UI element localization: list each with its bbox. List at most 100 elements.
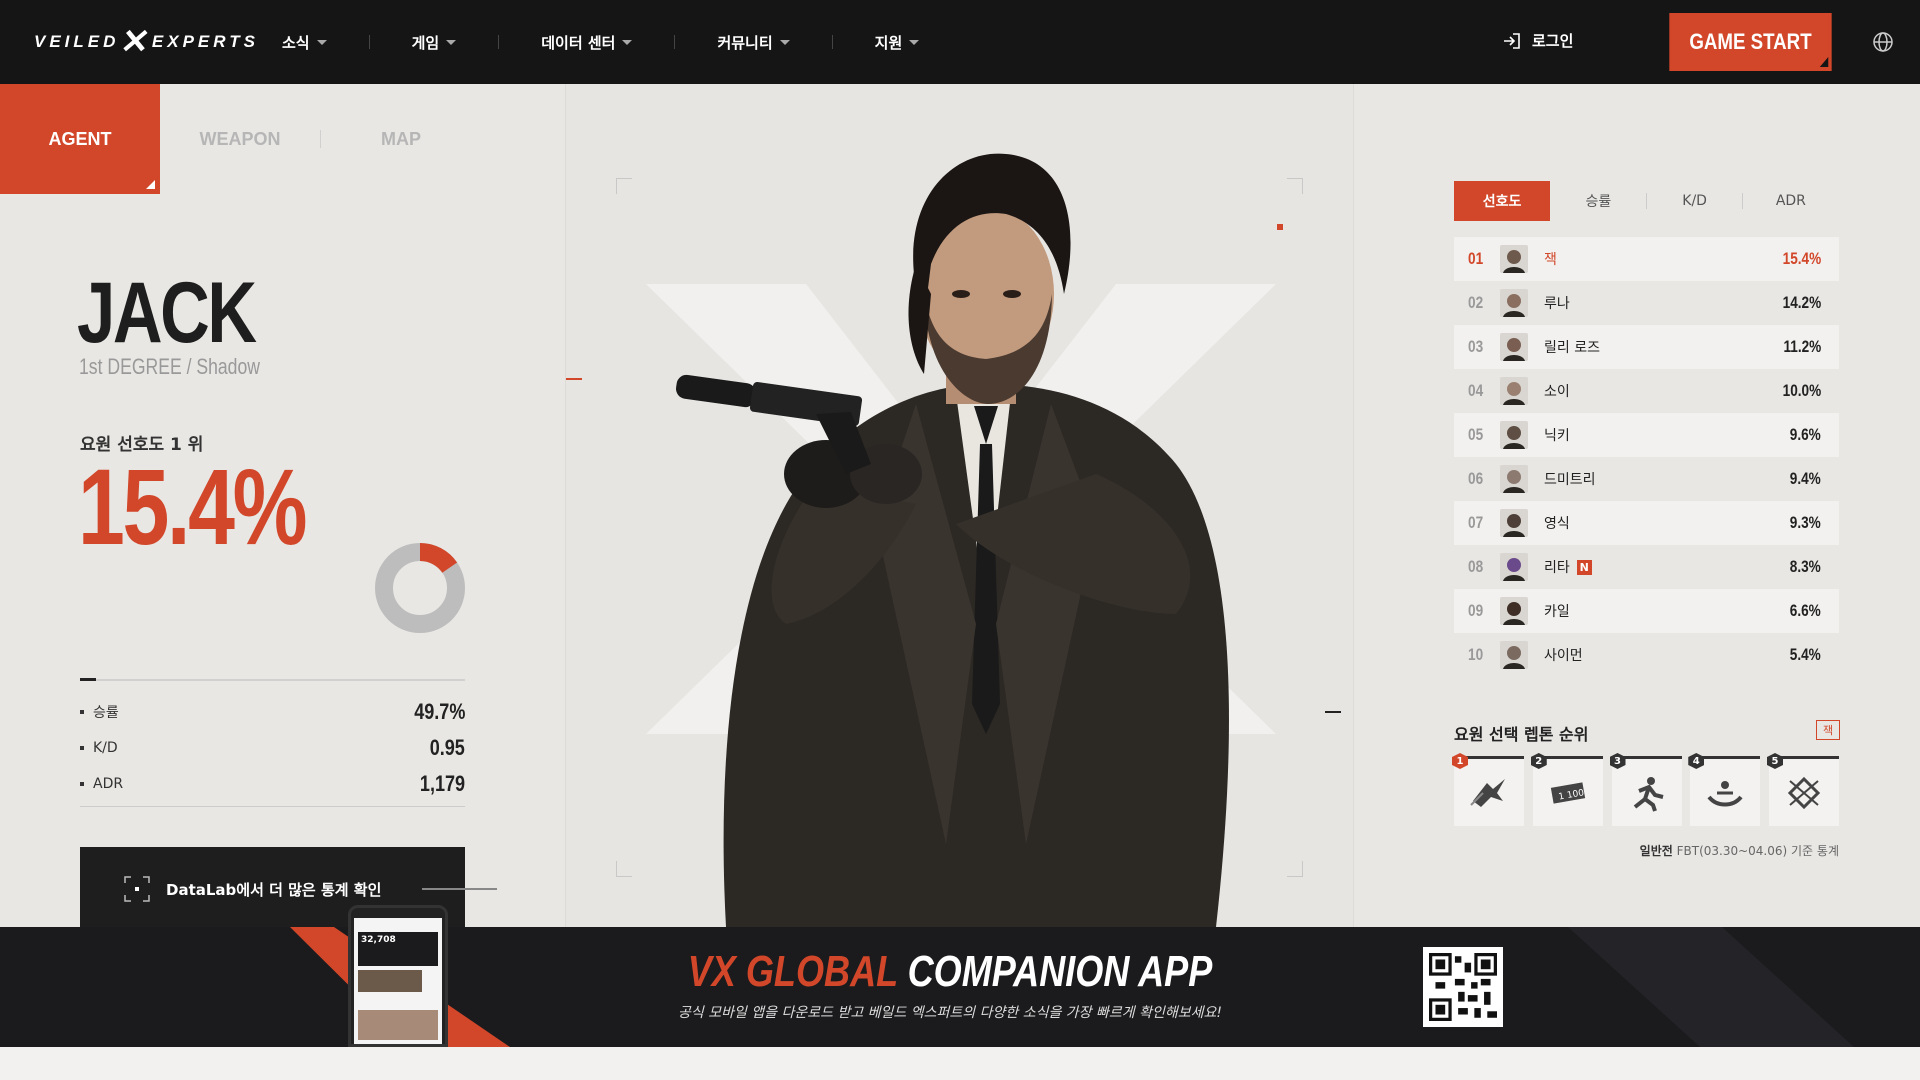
globe-icon[interactable] [1872,31,1894,53]
logo-x-icon: ✕ [118,23,154,61]
qr-code [1423,947,1503,1027]
agent-avatar [1500,509,1528,537]
ranking-row[interactable]: 10 사이먼 5.4% [1454,633,1839,677]
agent-name-label: 루나 [1544,296,1570,312]
rank-badge: 3 [1609,753,1626,769]
stat-value: 49.7% [413,699,465,724]
login-label: 로그인 [1532,32,1574,50]
preference-donut-chart [375,543,465,633]
ranking-row[interactable]: 09 카일 6.6% [1454,589,1839,633]
agent-name-label: 닉키 [1544,428,1570,444]
chevron-down-icon [446,39,457,45]
tab-kd[interactable]: K/D [1647,181,1744,221]
ranking-row[interactable]: 03 릴리 로즈 11.2% [1454,325,1839,369]
ranking-row[interactable]: 01 잭 15.4% [1454,237,1839,281]
frame-corner [616,178,632,194]
rentone-item[interactable]: 2 1 100 [1530,753,1603,826]
phone-image-card [358,1010,438,1040]
tab-weapon[interactable]: WEAPON [160,84,320,194]
login-button[interactable]: 로그인 [1502,30,1573,51]
rank-number: 03 [1468,337,1484,356]
agent-name-label: 릴리 로즈 [1544,340,1600,356]
rentone-runner-icon [1633,776,1663,812]
footnote-mode: 일반전 [1639,844,1673,858]
stats-divider [80,678,465,681]
ranking-row[interactable]: 02 루나 14.2% [1454,281,1839,325]
agent-avatar [1500,641,1528,669]
rank-number: 09 [1468,601,1484,620]
login-icon [1504,32,1520,49]
companion-app-banner[interactable]: VX GLOBAL COMPANION APP 공식 모바일 앱을 다운로드 받… [0,927,1920,1047]
rank-number: 10 [1468,645,1484,664]
stat-label: K/D [80,740,118,756]
agent-info-panel: AGENT WEAPON MAP JACK 1st DEGREE / Shado… [0,84,565,931]
accent-tick [1325,711,1341,713]
agent-name-label: 드미트리 [1544,472,1596,488]
footnote-period: FBT(03.30~04.06) 기준 통계 [1676,844,1839,858]
nav-news[interactable]: 소식 [260,32,349,53]
agent-subtitle: 1st DEGREE / Shadow [79,354,260,379]
ranking-row[interactable]: 08 리타 N 8.3% [1454,545,1839,589]
agent-stats: 승률 49.7% K/D 0.95 ADR 1,179 [80,694,465,802]
game-start-button[interactable]: GAME START [1669,13,1832,71]
agent-avatar [1500,421,1528,449]
rentone-dive-icon [1707,780,1743,806]
rentone-item[interactable]: 1 [1452,753,1524,826]
tab-adr[interactable]: ADR [1743,181,1839,221]
rank-value: 5.4% [1790,645,1821,664]
accent-tick [566,378,582,380]
agent-avatar [1500,245,1528,273]
rank-number: 07 [1468,513,1484,532]
accent-dot [1277,224,1283,230]
agent-avatar [1500,553,1528,581]
agent-character-image [676,153,1229,927]
qr-code-image [1429,953,1497,1021]
logo[interactable]: VEILED ✕ EXPERTS [34,23,255,61]
banner-subtitle: 공식 모바일 앱을 다운로드 받고 베일드 엑스퍼트의 다양한 소식을 가장 빠… [677,1005,1222,1021]
rank-value: 9.4% [1790,469,1821,488]
tab-map[interactable]: MAP [321,84,481,194]
rentone-item[interactable]: 5 [1767,753,1839,826]
arrow-line-icon [422,888,497,890]
agent-showcase [565,84,1354,927]
nav-divider [831,35,833,49]
frame-corner [616,861,632,877]
page-footer-strip [0,1047,1920,1080]
category-tabs: AGENT WEAPON MAP [0,84,481,194]
rentone-sprint-icon [1470,778,1505,807]
rank-value: 9.6% [1790,425,1821,444]
stat-row: 승률 49.7% [80,694,465,730]
ranking-row[interactable]: 04 소이 10.0% [1454,369,1839,413]
ranking-row[interactable]: 07 영식 9.3% [1454,501,1839,545]
ranking-panel: 선호도 승률 K/D ADR 01 잭 1 5.4% 02 루나 14.2% 03 릴리 로즈 1… [1354,84,1920,927]
rank-value: 6.6% [1790,601,1821,620]
nav-divider [368,35,370,49]
tab-preference[interactable]: 선호도 [1454,181,1551,221]
rank-number: 08 [1468,557,1484,576]
nav-community[interactable]: 커뮤니티 [695,32,811,53]
agent-name: JACK [77,265,257,361]
rank-number: 01 [1468,249,1484,268]
rank-number: 05 [1468,425,1484,444]
chevron-down-icon [316,39,327,45]
nav-support[interactable]: 지원 [853,32,942,53]
agent-avatar [1500,289,1528,317]
top-header: VEILED ✕ EXPERTS 소식 게임 데이터 센터 커뮤니티 지원 로그… [0,0,1920,84]
agent-name-label: 영식 [1544,516,1570,532]
nav-game[interactable]: 게임 [390,32,479,53]
rentone-ticket-icon: 1 100 [1550,781,1585,804]
agent-avatar [1500,377,1528,405]
focus-bracket-icon [124,876,150,902]
tab-agent[interactable]: AGENT [0,84,160,194]
rentone-item[interactable]: 3 [1609,753,1682,826]
nav-data-center[interactable]: 데이터 센터 [519,32,654,53]
nav-divider [498,35,500,49]
ranking-row[interactable]: 05 닉키 9.6% [1454,413,1839,457]
stat-value: 1,179 [419,771,465,796]
agent-name-label: 잭 [1544,252,1557,268]
ranking-row[interactable]: 06 드미트리 9.4% [1454,457,1839,501]
rank-badge: 1 [1452,753,1468,769]
rentone-item[interactable]: 4 [1688,753,1761,826]
tab-winrate[interactable]: 승률 [1550,181,1647,221]
new-badge: N [1576,559,1592,575]
